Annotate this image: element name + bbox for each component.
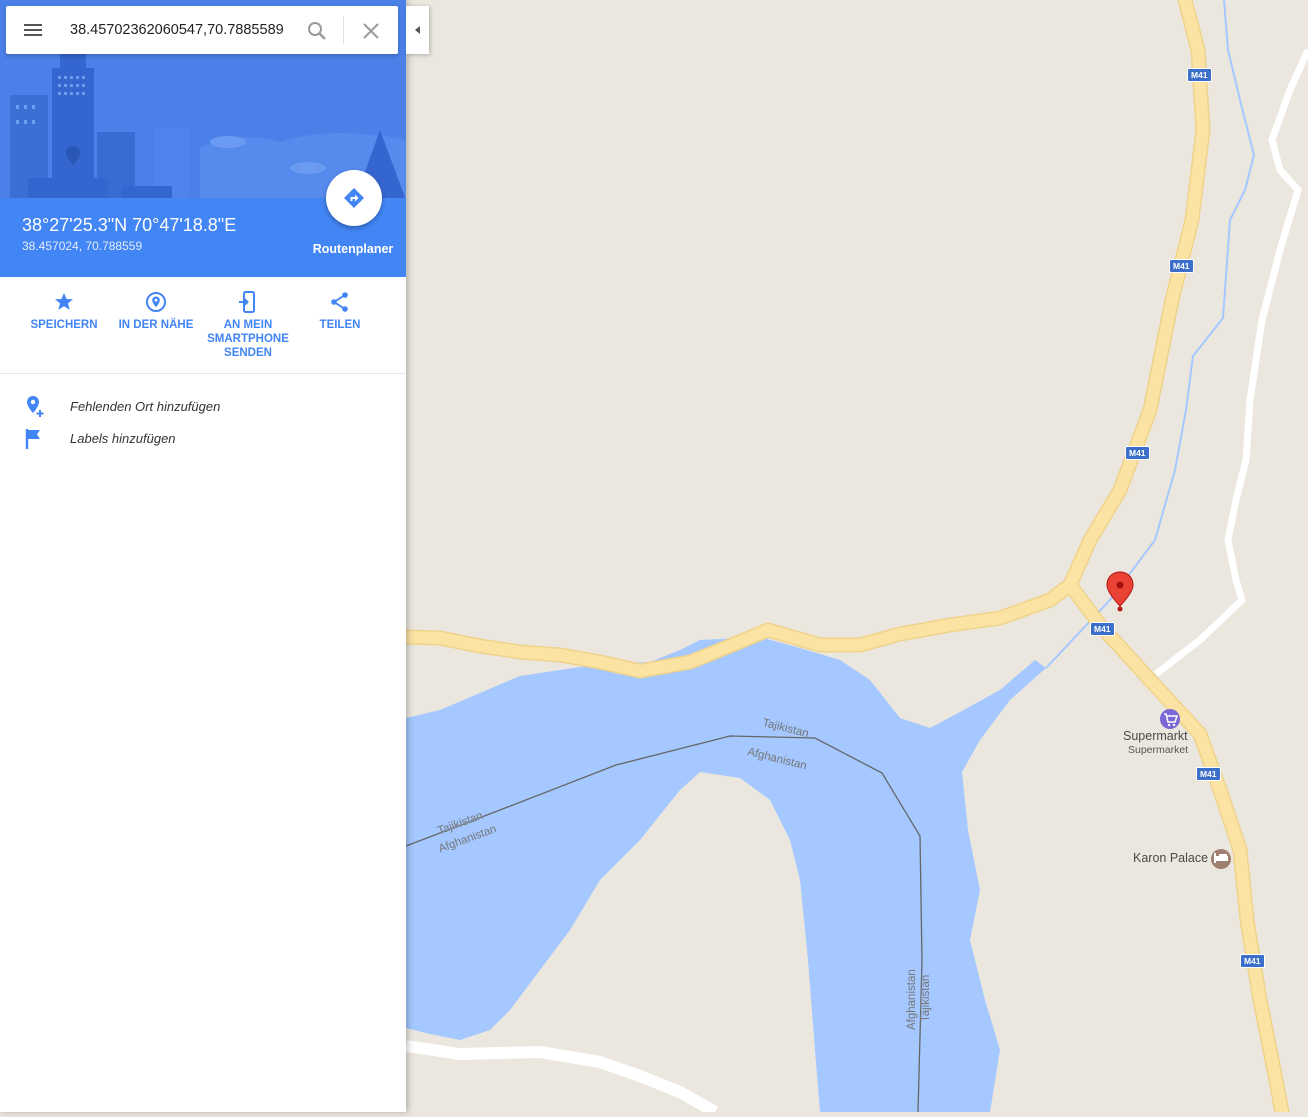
shopping-cart-icon[interactable]: [1160, 709, 1180, 729]
search-divider: [343, 16, 344, 44]
add-missing-place-label: Fehlenden Ort hinzufügen: [70, 399, 221, 414]
road-shield: M41: [1090, 622, 1115, 636]
send-to-phone-icon: [239, 291, 255, 313]
search-input[interactable]: [70, 19, 292, 41]
route-planner-label[interactable]: Routenplaner: [300, 242, 406, 256]
caret-left-icon: [415, 26, 420, 34]
nearby-label: IN DER NÄHE: [118, 319, 194, 331]
collapse-panel-button[interactable]: [406, 6, 429, 54]
side-panel: 38°27'25.3"N 70°47'18.8"E 38.457024, 70.…: [0, 0, 406, 1112]
save-label: SPEICHERN: [30, 319, 98, 331]
search-button[interactable]: [305, 19, 329, 43]
road-shield: M41: [1240, 954, 1265, 968]
road-shield: M41: [1169, 259, 1194, 273]
send-to-phone-label: AN MEIN SMARTPHONE SENDEN: [207, 319, 289, 359]
nearby-button[interactable]: IN DER NÄHE: [110, 290, 202, 332]
share-label: TEILEN: [319, 319, 361, 331]
search-icon: [308, 22, 326, 40]
road-shield: M41: [1125, 446, 1150, 460]
border-label: Tajikistan: [920, 974, 932, 1022]
add-place-icon: [27, 396, 44, 417]
hamburger-icon: [24, 24, 42, 36]
clear-search-button[interactable]: [359, 19, 383, 43]
search-box: [6, 6, 398, 54]
poi-label-supermarket[interactable]: Supermarkt: [1123, 729, 1188, 743]
directions-icon: [344, 188, 364, 208]
add-labels-item[interactable]: Labels hinzufügen: [0, 425, 406, 453]
action-row: SPEICHERN IN DER NÄHE AN MEIN SMARTPHONE S…: [0, 278, 406, 374]
hotel-icon[interactable]: [1211, 849, 1231, 869]
road-shield: M41: [1187, 68, 1212, 82]
send-to-phone-button[interactable]: AN MEIN SMARTPHONE SENDEN: [202, 290, 294, 360]
route-planner-button[interactable]: [326, 170, 382, 226]
coordinates-decimal: 38.457024, 70.788559: [22, 239, 143, 253]
road-shield: M41: [1196, 767, 1221, 781]
nearby-icon: [146, 292, 166, 312]
poi-category-supermarket: Supermarket: [1128, 744, 1189, 756]
share-button[interactable]: TEILEN: [294, 290, 386, 332]
add-missing-place-item[interactable]: Fehlenden Ort hinzufügen: [0, 393, 406, 421]
coordinates-dms: 38°27'25.3"N 70°47'18.8"E: [22, 215, 237, 235]
poi-label-karon-palace[interactable]: Karon Palace: [1133, 851, 1208, 865]
save-button[interactable]: SPEICHERN: [18, 290, 110, 332]
close-icon: [363, 23, 379, 39]
flag-icon: [25, 429, 40, 449]
add-labels-label: Labels hinzufügen: [70, 431, 176, 446]
menu-button[interactable]: [20, 18, 46, 42]
share-icon: [331, 292, 348, 312]
star-icon: [55, 293, 73, 310]
border-label: Afghanistan: [906, 969, 918, 1030]
